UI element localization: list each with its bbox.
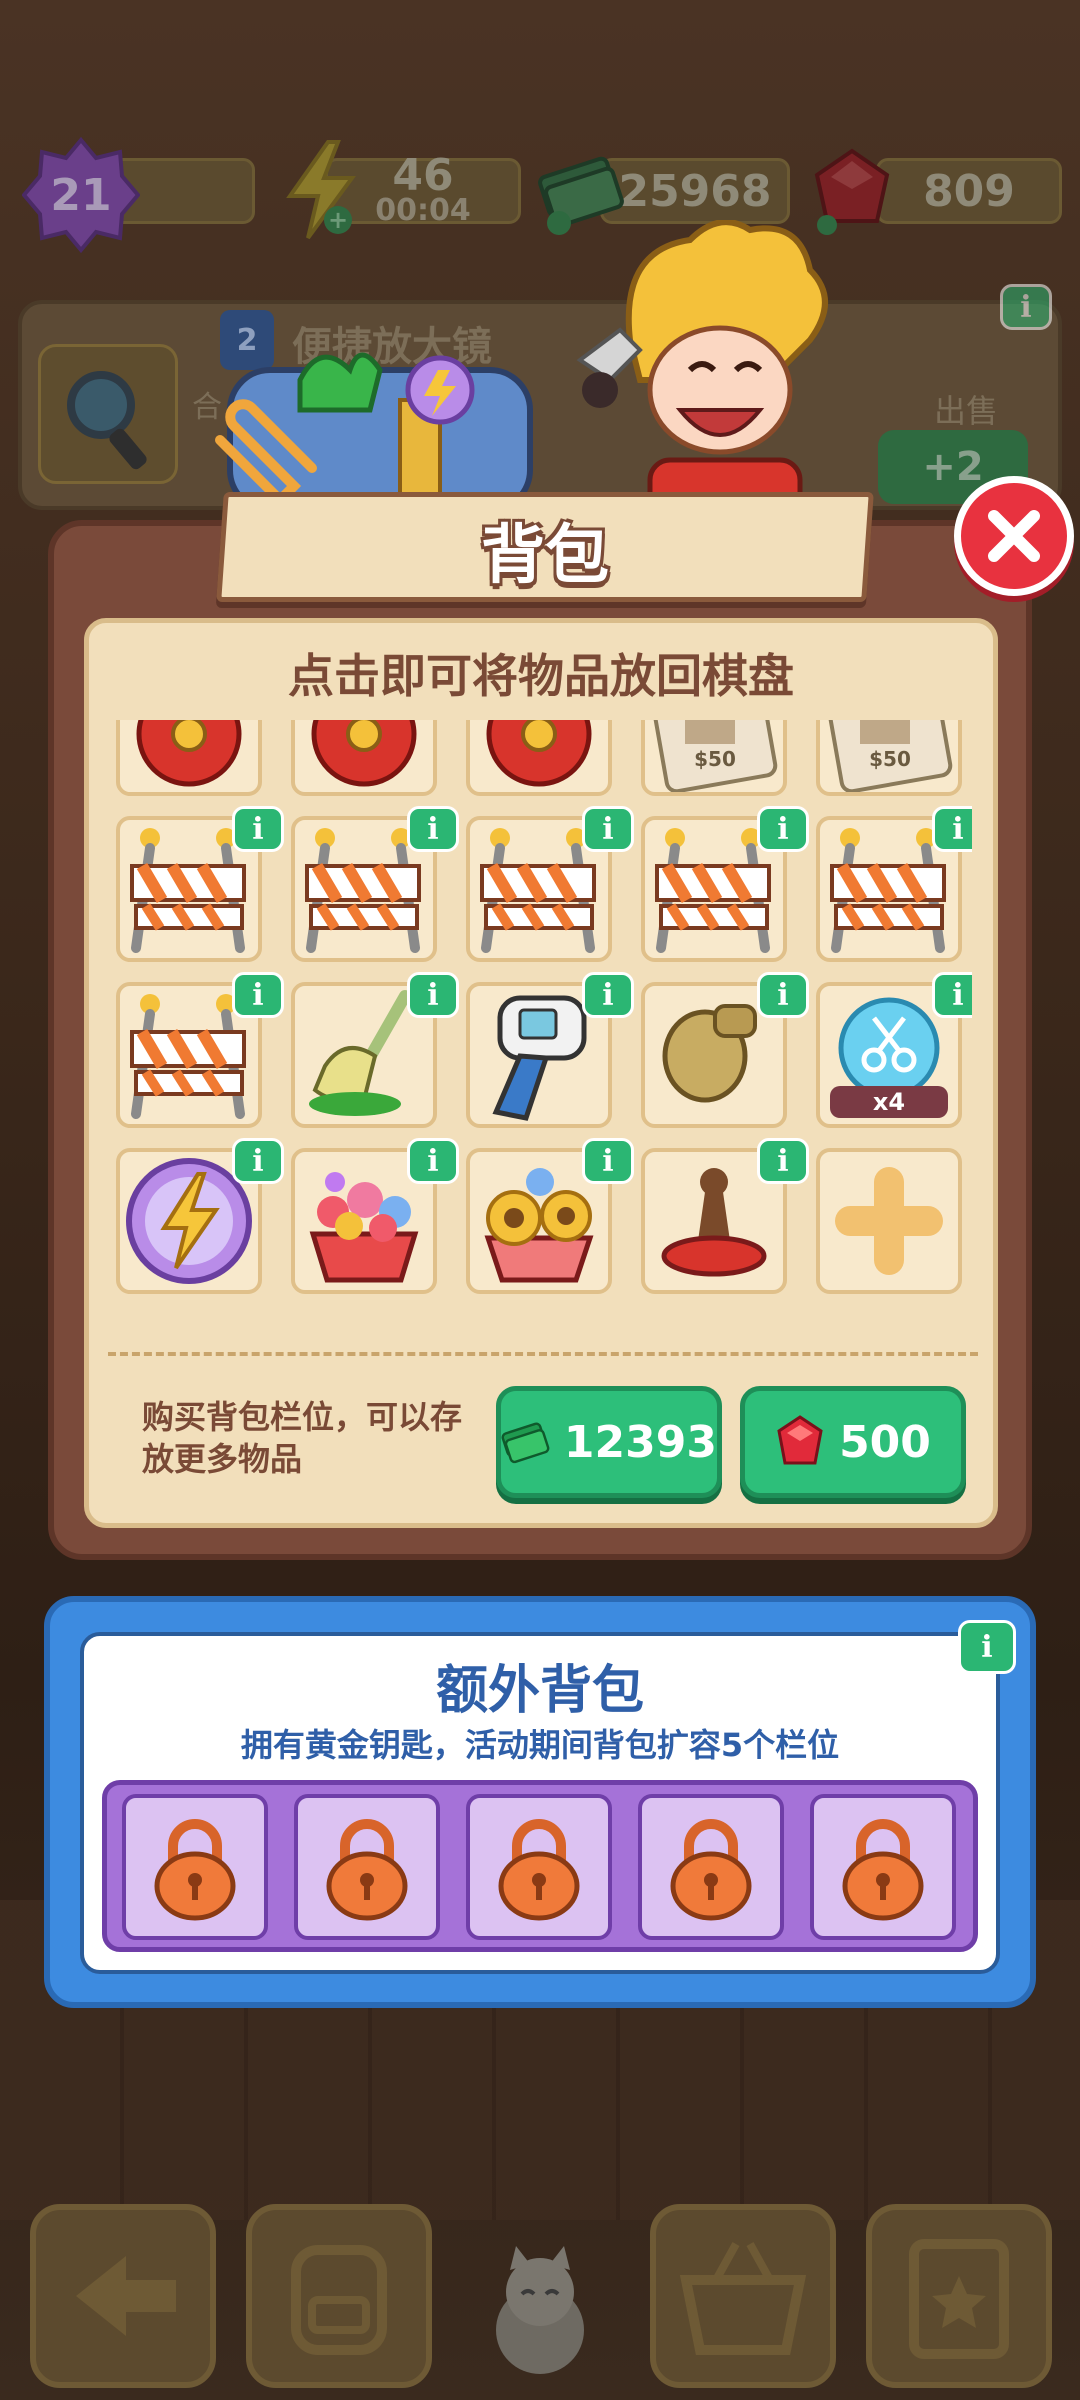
gem-bar[interactable]: 809	[876, 158, 1062, 224]
close-icon	[988, 510, 1040, 562]
buy-slot-text: 购买背包栏位，可以存放更多物品	[142, 1398, 463, 1478]
item-info-button[interactable]: i	[232, 806, 284, 852]
item-info-button[interactable]: i	[757, 806, 809, 852]
lucky-cat-icon[interactable]	[480, 2240, 600, 2380]
cash-value: 25968	[618, 165, 772, 217]
back-nav-button[interactable]	[30, 2204, 216, 2388]
item-info-button[interactable]: i	[232, 972, 284, 1018]
extra-backpack-title: 额外背包	[435, 1661, 644, 1721]
backpack-slot[interactable]: $50	[641, 720, 787, 796]
item-info-button[interactable]: i	[932, 972, 972, 1018]
cash-icon	[501, 1422, 550, 1464]
energy-value: 46	[392, 150, 454, 201]
backpack-nav-button[interactable]	[246, 2204, 432, 2388]
backpack-slot[interactable]	[116, 720, 262, 796]
level-badge-icon: 21	[22, 136, 140, 254]
locked-slot[interactable]	[810, 1794, 956, 1940]
item-info-button[interactable]: i	[407, 972, 459, 1018]
item-info-button[interactable]: i	[407, 806, 459, 852]
mascot-character-icon	[576, 220, 828, 520]
back-arrow-icon	[76, 2256, 176, 2336]
divider	[108, 1352, 978, 1356]
backpack-slot[interactable]: $50	[816, 720, 962, 796]
tasks-nav-button[interactable]	[866, 2204, 1052, 2388]
item-info-button[interactable]: i	[757, 972, 809, 1018]
buy-slot-gem-button[interactable]: 500	[740, 1386, 966, 1498]
close-button[interactable]	[954, 476, 1074, 596]
buy-slot-cash-button[interactable]: 12393	[496, 1386, 722, 1498]
locked-slot[interactable]	[466, 1794, 612, 1940]
padlock-icon	[498, 1819, 580, 1921]
bill-stub-icon: $50	[820, 720, 958, 794]
svg-text:+: +	[328, 206, 348, 234]
red-fire-hydrant-icon	[295, 720, 433, 792]
backpack-title: 背包	[481, 519, 609, 593]
padlock-icon	[842, 1819, 924, 1921]
bill-stub-icon: $50	[645, 720, 783, 794]
sell-value: +2	[922, 444, 984, 490]
item-info-button[interactable]: i	[932, 806, 972, 852]
svg-text:$50: $50	[869, 747, 911, 771]
card-info-button[interactable]: i	[1000, 284, 1052, 330]
clipboard-star-icon	[909, 2239, 1009, 2359]
backpack-slot[interactable]	[291, 720, 437, 796]
basket-icon	[679, 2242, 807, 2355]
backpack-icon	[291, 2245, 387, 2355]
backpack-grid: $50 $50 i i i i i i i i i x4 i i i i i	[108, 720, 972, 1300]
buy-gem-price: 500	[839, 1416, 931, 1468]
padlock-icon	[154, 1819, 236, 1921]
plus-icon	[820, 1152, 958, 1290]
level-value: 21	[50, 169, 112, 221]
item-count-badge: x4	[830, 1086, 948, 1118]
energy-timer: 00:04	[375, 193, 471, 228]
locked-slot[interactable]	[294, 1794, 440, 1940]
item-info-button[interactable]: i	[582, 972, 634, 1018]
item-info-button[interactable]: i	[582, 1138, 634, 1184]
locked-slot[interactable]	[638, 1794, 784, 1940]
svg-text:$50: $50	[694, 747, 736, 771]
item-info-button[interactable]: i	[582, 806, 634, 852]
red-fire-hydrant-icon	[470, 720, 608, 792]
padlock-icon	[326, 1819, 408, 1921]
item-info-button[interactable]: i	[232, 1138, 284, 1184]
item-info-button[interactable]: i	[757, 1138, 809, 1184]
red-fire-hydrant-icon	[120, 720, 258, 792]
extra-backpack-subtitle: 拥有黄金钥匙，活动期间背包扩容5个栏位	[240, 1726, 840, 1764]
magnifier-icon	[38, 344, 178, 484]
ruby-icon	[777, 1415, 823, 1465]
item-info-button[interactable]: i	[407, 1138, 459, 1184]
gem-value: 809	[923, 165, 1015, 217]
padlock-icon	[670, 1819, 752, 1921]
backpack-slot[interactable]	[466, 720, 612, 796]
sell-label: 出售	[933, 392, 998, 430]
lightning-icon: +	[270, 140, 370, 240]
locked-slot[interactable]	[122, 1794, 268, 1940]
basket-nav-button[interactable]	[650, 2204, 836, 2388]
buy-cash-price: 12393	[563, 1416, 717, 1468]
add-slot-button[interactable]	[816, 1148, 962, 1294]
backpack-hint: 点击即可将物品放回棋盘	[288, 649, 794, 703]
